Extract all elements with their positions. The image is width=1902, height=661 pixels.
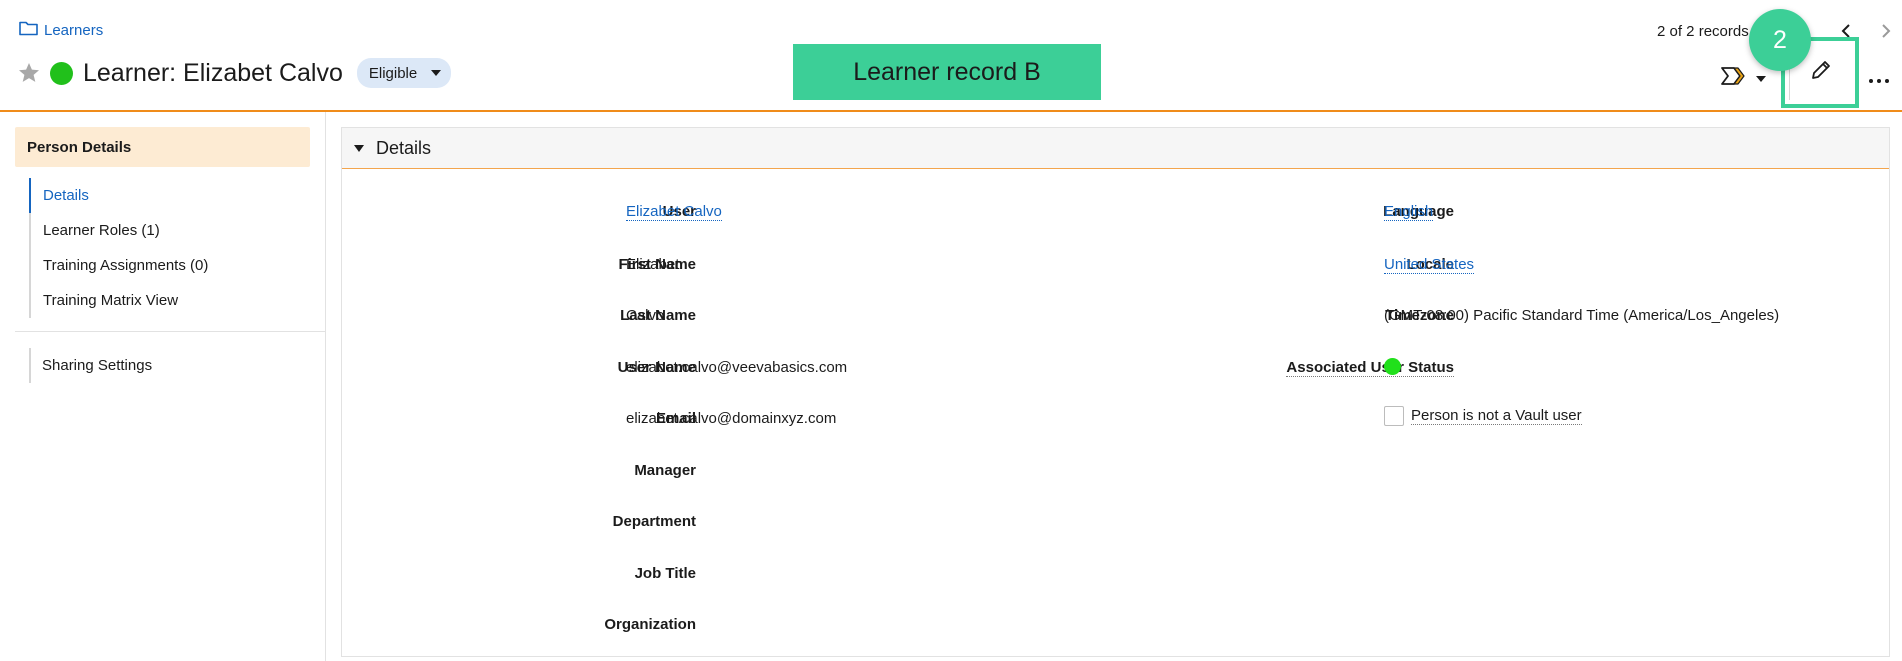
field-value-user-link[interactable]: Elizabet Calvo xyxy=(626,203,722,221)
chevron-down-icon xyxy=(431,70,442,76)
field-value-language-link[interactable]: English xyxy=(1384,203,1434,221)
not-vault-user-checkbox[interactable] xyxy=(1384,406,1404,426)
sidebar-item-sharing-settings[interactable]: Sharing Settings xyxy=(31,348,152,383)
next-record-button[interactable] xyxy=(1876,19,1896,43)
not-vault-user-label: Person is not a Vault user xyxy=(1411,407,1582,425)
sidebar-item-details[interactable]: Details xyxy=(29,178,208,213)
field-label-job-title: Job Title xyxy=(634,565,696,582)
field-value-timezone: (GMT-08:00) Pacific Standard Time (Ameri… xyxy=(1384,307,1780,324)
sidebar-divider xyxy=(15,331,326,332)
user-status-active-icon xyxy=(1384,358,1401,375)
field-value-last-name: Calvo xyxy=(626,307,665,324)
page-title: Learner: Elizabet Calvo xyxy=(83,58,343,87)
sidebar-nav-secondary: Sharing Settings xyxy=(29,348,152,383)
field-value-user-name: elizabet.calvo@veevabasics.com xyxy=(626,359,848,376)
field-value-email: elizabet.calvo@domainxyz.com xyxy=(626,410,837,427)
sidebar: Person Details Details Learner Roles (1)… xyxy=(0,112,326,661)
step-number-badge: 2 xyxy=(1749,9,1811,71)
callout-label: Learner record B xyxy=(793,44,1101,100)
sidebar-item-training-assignments[interactable]: Training Assignments (0) xyxy=(31,248,208,283)
lifecycle-state-label: Eligible xyxy=(368,64,418,82)
dot-icon xyxy=(1885,79,1889,83)
status-indicator-icon xyxy=(50,61,73,85)
record-count: 2 of 2 records xyxy=(1657,23,1749,40)
details-panel: Details User Elizabet Calvo First Name E… xyxy=(341,127,1890,657)
field-label-organization: Organization xyxy=(604,616,696,633)
collapse-triangle-icon xyxy=(354,144,364,152)
breadcrumb-learners-link[interactable]: Learners xyxy=(44,22,103,39)
workflow-icon xyxy=(1720,66,1748,91)
workflow-actions-button[interactable] xyxy=(1720,66,1766,91)
dot-icon xyxy=(1877,79,1881,83)
details-section-title: Details xyxy=(376,137,432,158)
chevron-down-icon xyxy=(1756,75,1766,82)
field-label-department: Department xyxy=(612,513,696,530)
field-label-manager: Manager xyxy=(634,462,696,479)
details-section-header[interactable]: Details xyxy=(342,128,1889,169)
star-favorite-icon[interactable] xyxy=(16,60,42,86)
sidebar-item-training-matrix-view[interactable]: Training Matrix View xyxy=(31,283,208,318)
field-value-first-name: Elizabet xyxy=(626,256,680,273)
sidebar-nav: Details Learner Roles (1) Training Assig… xyxy=(29,178,208,318)
breadcrumb: Learners xyxy=(19,20,103,40)
sidebar-item-learner-roles[interactable]: Learner Roles (1) xyxy=(31,213,208,248)
folder-icon xyxy=(19,20,38,40)
lifecycle-state-dropdown[interactable]: Eligible xyxy=(356,58,452,88)
field-value-locale-link[interactable]: United States xyxy=(1384,256,1475,274)
sidebar-section-person-details[interactable]: Person Details xyxy=(15,127,310,167)
dot-icon xyxy=(1869,79,1873,83)
record-title-row: Learner: Elizabet Calvo Eligible xyxy=(16,58,452,88)
field-label-associated-user-status: Associated User Status xyxy=(1286,359,1454,377)
more-actions-button[interactable] xyxy=(1862,66,1896,96)
not-vault-user-option[interactable]: Person is not a Vault user xyxy=(1384,406,1582,426)
